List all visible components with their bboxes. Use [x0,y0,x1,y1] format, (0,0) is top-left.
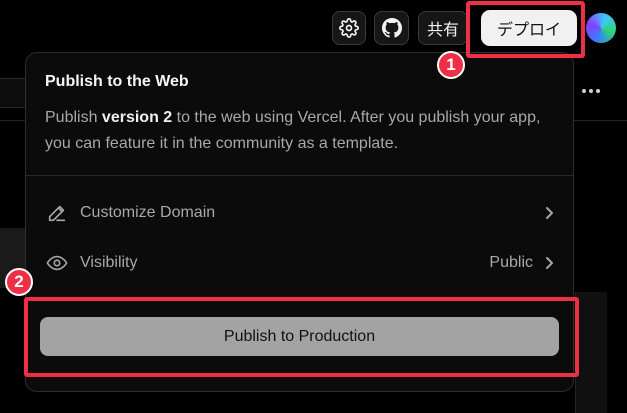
pencil-icon [45,201,69,225]
popover-title: Publish to the Web [45,73,189,90]
publish-highlight-box [24,297,579,377]
more-options-icon[interactable] [578,80,604,102]
github-button[interactable] [374,11,409,45]
deploy-highlight-box [466,1,585,58]
visibility-row[interactable]: Visibility Public [45,248,555,278]
background-panel-right [575,292,607,413]
gear-icon [339,18,359,38]
chevron-right-icon [543,256,555,270]
visibility-value: Public [489,254,533,271]
visibility-label: Visibility [80,254,138,271]
eye-icon [45,251,69,275]
github-icon [381,18,402,38]
description-version: version 2 [101,109,173,126]
description-prefix: Publish [45,109,102,126]
customize-domain-row[interactable]: Customize Domain [45,198,555,228]
background-divider-left [0,120,26,121]
step-badge-2: 2 [5,268,33,296]
share-button[interactable]: 共有 [418,11,468,45]
popover-description: Publish version 2 to the web using Verce… [45,105,555,157]
step-badge-1: 1 [437,51,465,79]
background-divider-right [573,120,627,121]
background-toolbar-fragment [0,78,26,108]
chevron-right-icon [543,206,555,220]
customize-domain-label: Customize Domain [80,204,216,221]
settings-button[interactable] [332,11,366,45]
popover-divider [26,175,573,176]
avatar[interactable] [586,13,616,43]
